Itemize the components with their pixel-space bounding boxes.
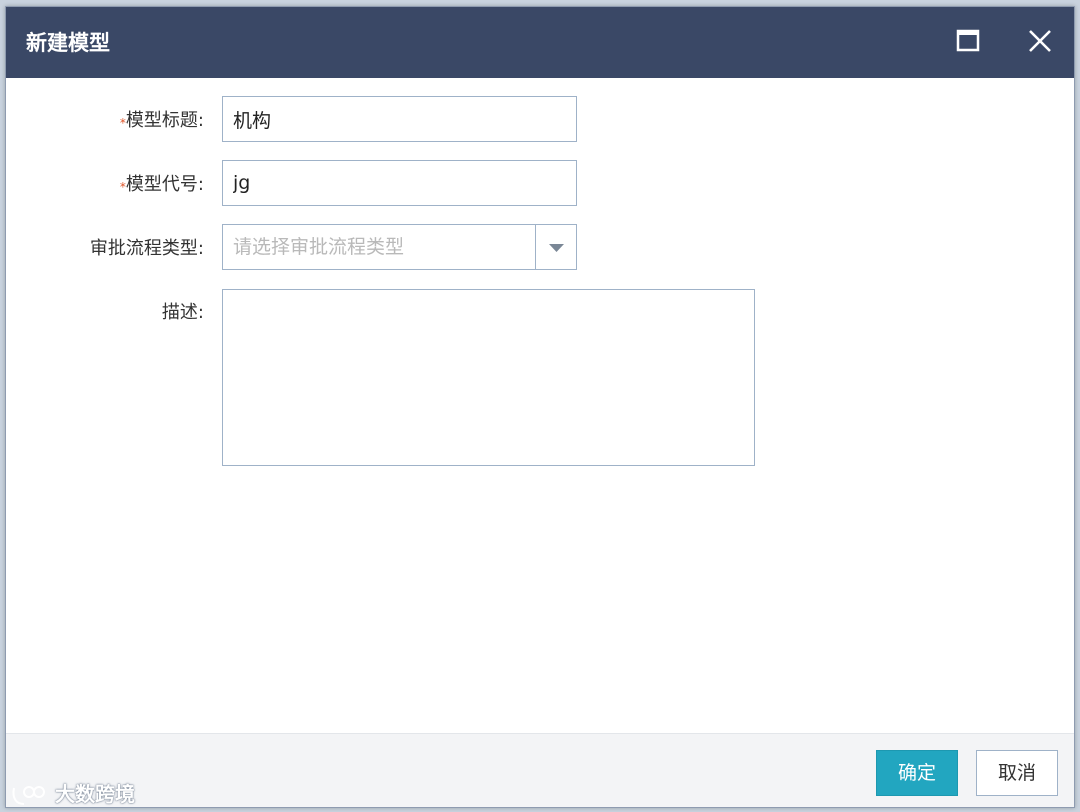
approval-type-dropdown-button[interactable] [535,225,576,269]
maximize-icon [956,29,980,52]
dialog-title: 新建模型 [26,31,110,55]
close-button[interactable] [1022,23,1058,59]
approval-type-label: 审批流程类型: [89,238,204,259]
model-title-input[interactable] [222,96,577,142]
description-textarea[interactable] [222,289,755,466]
watermark: 大数跨境 [10,778,135,808]
dialog-footer: 确定 取消 [6,733,1074,807]
close-icon [1029,30,1051,52]
watermark-text: 大数跨境 [54,782,135,806]
approval-type-placeholder: 请选择审批流程类型 [233,236,405,258]
required-mark: * [119,116,126,130]
description-label: 描述: [161,302,204,323]
chevron-down-icon [549,244,564,252]
model-title-label: *模型标题: [4,109,204,133]
confirm-button[interactable]: 确定 [876,750,958,796]
model-code-label-text: 模型代号: [125,174,204,195]
cancel-button[interactable]: 取消 [976,750,1058,796]
watermark-logo-icon [10,784,48,808]
new-model-dialog: 新建模型 *模型标题: *模型代号: 审批流程类型: 请选择审批流程类型 [5,6,1075,808]
required-mark: * [119,180,126,194]
model-code-input[interactable] [222,160,577,206]
dialog-titlebar[interactable]: 新建模型 [6,7,1074,78]
model-code-label: *模型代号: [4,173,204,197]
maximize-button[interactable] [950,23,986,59]
approval-type-select[interactable]: 请选择审批流程类型 [222,224,577,270]
model-title-label-text: 模型标题: [125,110,204,131]
